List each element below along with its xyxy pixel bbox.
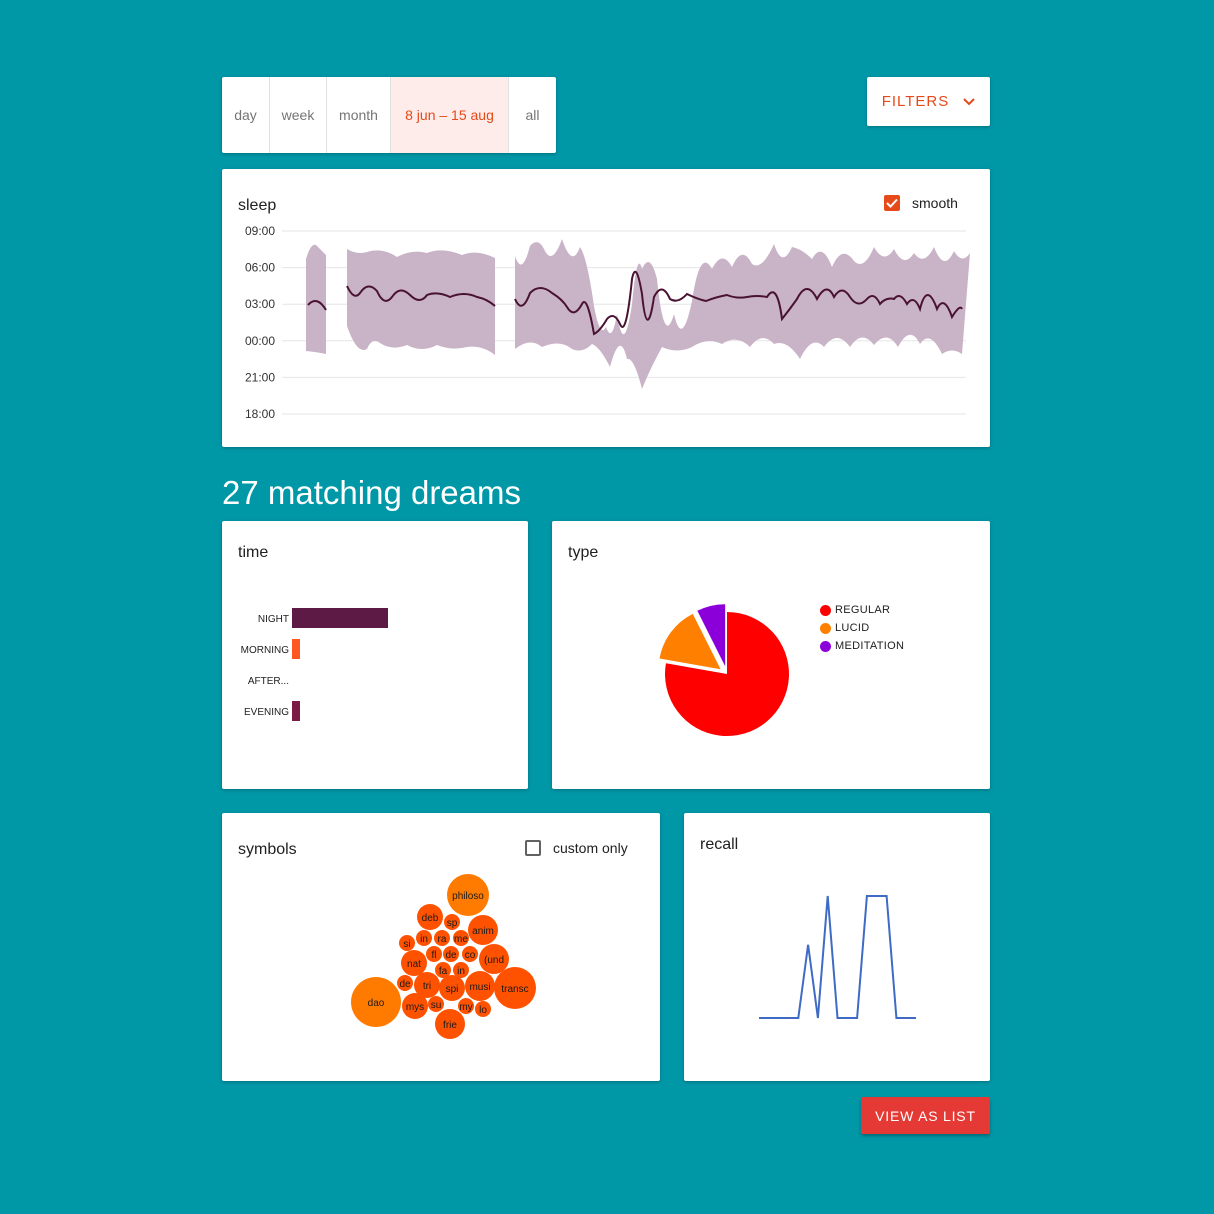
filters-label: FILTERS [881, 93, 950, 110]
recall-card: recall [684, 813, 990, 1081]
symbol-bubble-label: mys [406, 1002, 424, 1013]
matching-count: 27 [222, 474, 259, 511]
sleep-y-tick: 03:00 [245, 297, 275, 311]
recall-line [759, 895, 916, 1019]
type-legend-label: LUCID [835, 622, 870, 634]
symbol-bubble-label: de [399, 979, 411, 990]
symbol-bubble-label: fl [432, 950, 437, 961]
symbol-bubble-label: (und [484, 955, 504, 966]
sleep-chart: 09:00 06:00 03:00 00:00 21:00 18:00 [245, 224, 970, 421]
type-chart [659, 604, 789, 736]
symbol-bubble-label: lo [479, 1005, 487, 1016]
time-chart: NIGHT MORNING AFTER... EVENING [241, 608, 388, 721]
symbol-bubble-label: sp [447, 918, 458, 929]
tab-custom-range[interactable]: 8 jun – 15 aug [391, 77, 509, 153]
symbol-bubble-label: dao [368, 998, 385, 1009]
view-as-list-button[interactable]: VIEW AS LIST [861, 1097, 990, 1134]
symbol-bubble-label: musi [469, 982, 490, 993]
chevron-down-icon [963, 93, 975, 110]
symbol-bubble-label: ra [438, 934, 447, 945]
symbol-bubble-label: anim [472, 926, 494, 937]
symbol-bubble-label: deb [422, 913, 439, 924]
time-card: time NIGHT MORNING AFTER... EVENING [222, 521, 528, 789]
sleep-y-tick: 09:00 [245, 224, 275, 238]
sleep-y-tick: 06:00 [245, 261, 275, 275]
time-bar [292, 639, 300, 659]
symbol-bubble-label: nat [407, 959, 421, 970]
time-bar [292, 608, 388, 628]
legend-dot-icon [820, 622, 831, 634]
time-category-label: MORNING [241, 645, 290, 656]
type-legend-label: MEDITATION [835, 640, 905, 652]
time-category-label: AFTER... [248, 676, 289, 687]
time-category-label: EVENING [244, 707, 289, 718]
type-card: type REGULAR LUCID MEDITATION [552, 521, 990, 789]
sleep-y-tick: 18:00 [245, 407, 275, 421]
legend-dot-icon [820, 640, 831, 652]
type-legend-item: LUCID [820, 619, 904, 637]
symbol-bubble-label: de [445, 950, 457, 961]
sleep-y-tick: 00:00 [245, 334, 275, 348]
sleep-card: sleep smooth 09:00 06:00 03:00 00:00 21:00 18… [222, 169, 990, 447]
tab-month[interactable]: month [327, 77, 391, 153]
symbol-bubble-label: su [431, 1000, 442, 1011]
symbols-card: symbols custom only philoso deb sp anim si in… [222, 813, 660, 1081]
tab-week[interactable]: week [270, 77, 327, 153]
matching-label: matching dreams [267, 474, 521, 511]
symbol-bubble-label: in [420, 934, 428, 945]
symbol-bubble-label: tri [423, 981, 431, 992]
symbol-bubble-label: frie [443, 1020, 457, 1031]
sleep-band [306, 239, 970, 389]
symbol-bubble-label: fa [439, 966, 448, 977]
symbol-bubble-label: philoso [452, 891, 484, 902]
sleep-y-tick: 21:00 [245, 370, 275, 384]
type-legend-item: REGULAR [820, 601, 904, 619]
tab-day[interactable]: day [222, 77, 270, 153]
recall-chart [759, 895, 916, 1019]
symbol-bubble-label: co [465, 950, 476, 961]
time-bar [292, 701, 300, 721]
legend-dot-icon [820, 604, 831, 616]
symbol-bubble-label: spi [446, 984, 459, 995]
type-legend: REGULAR LUCID MEDITATION [820, 601, 904, 655]
tab-all[interactable]: all [509, 77, 556, 153]
matching-dreams-title: 27 matching dreams [222, 474, 521, 512]
symbol-bubble-label: in [457, 966, 465, 977]
symbol-bubble-label: transc [501, 984, 528, 995]
symbol-bubble-label: me [454, 934, 468, 945]
filters-button[interactable]: FILTERS [867, 77, 990, 126]
symbol-bubble-label: my [459, 1002, 472, 1013]
type-legend-label: REGULAR [835, 604, 891, 616]
type-legend-item: MEDITATION [820, 637, 904, 655]
range-tabs: day week month 8 jun – 15 aug all [222, 77, 556, 153]
symbol-bubble-label: si [403, 939, 410, 950]
symbols-chart: philosodeb spanimsi in ra mefl de co (undnatfa i… [351, 874, 536, 1039]
time-category-label: NIGHT [258, 614, 289, 625]
